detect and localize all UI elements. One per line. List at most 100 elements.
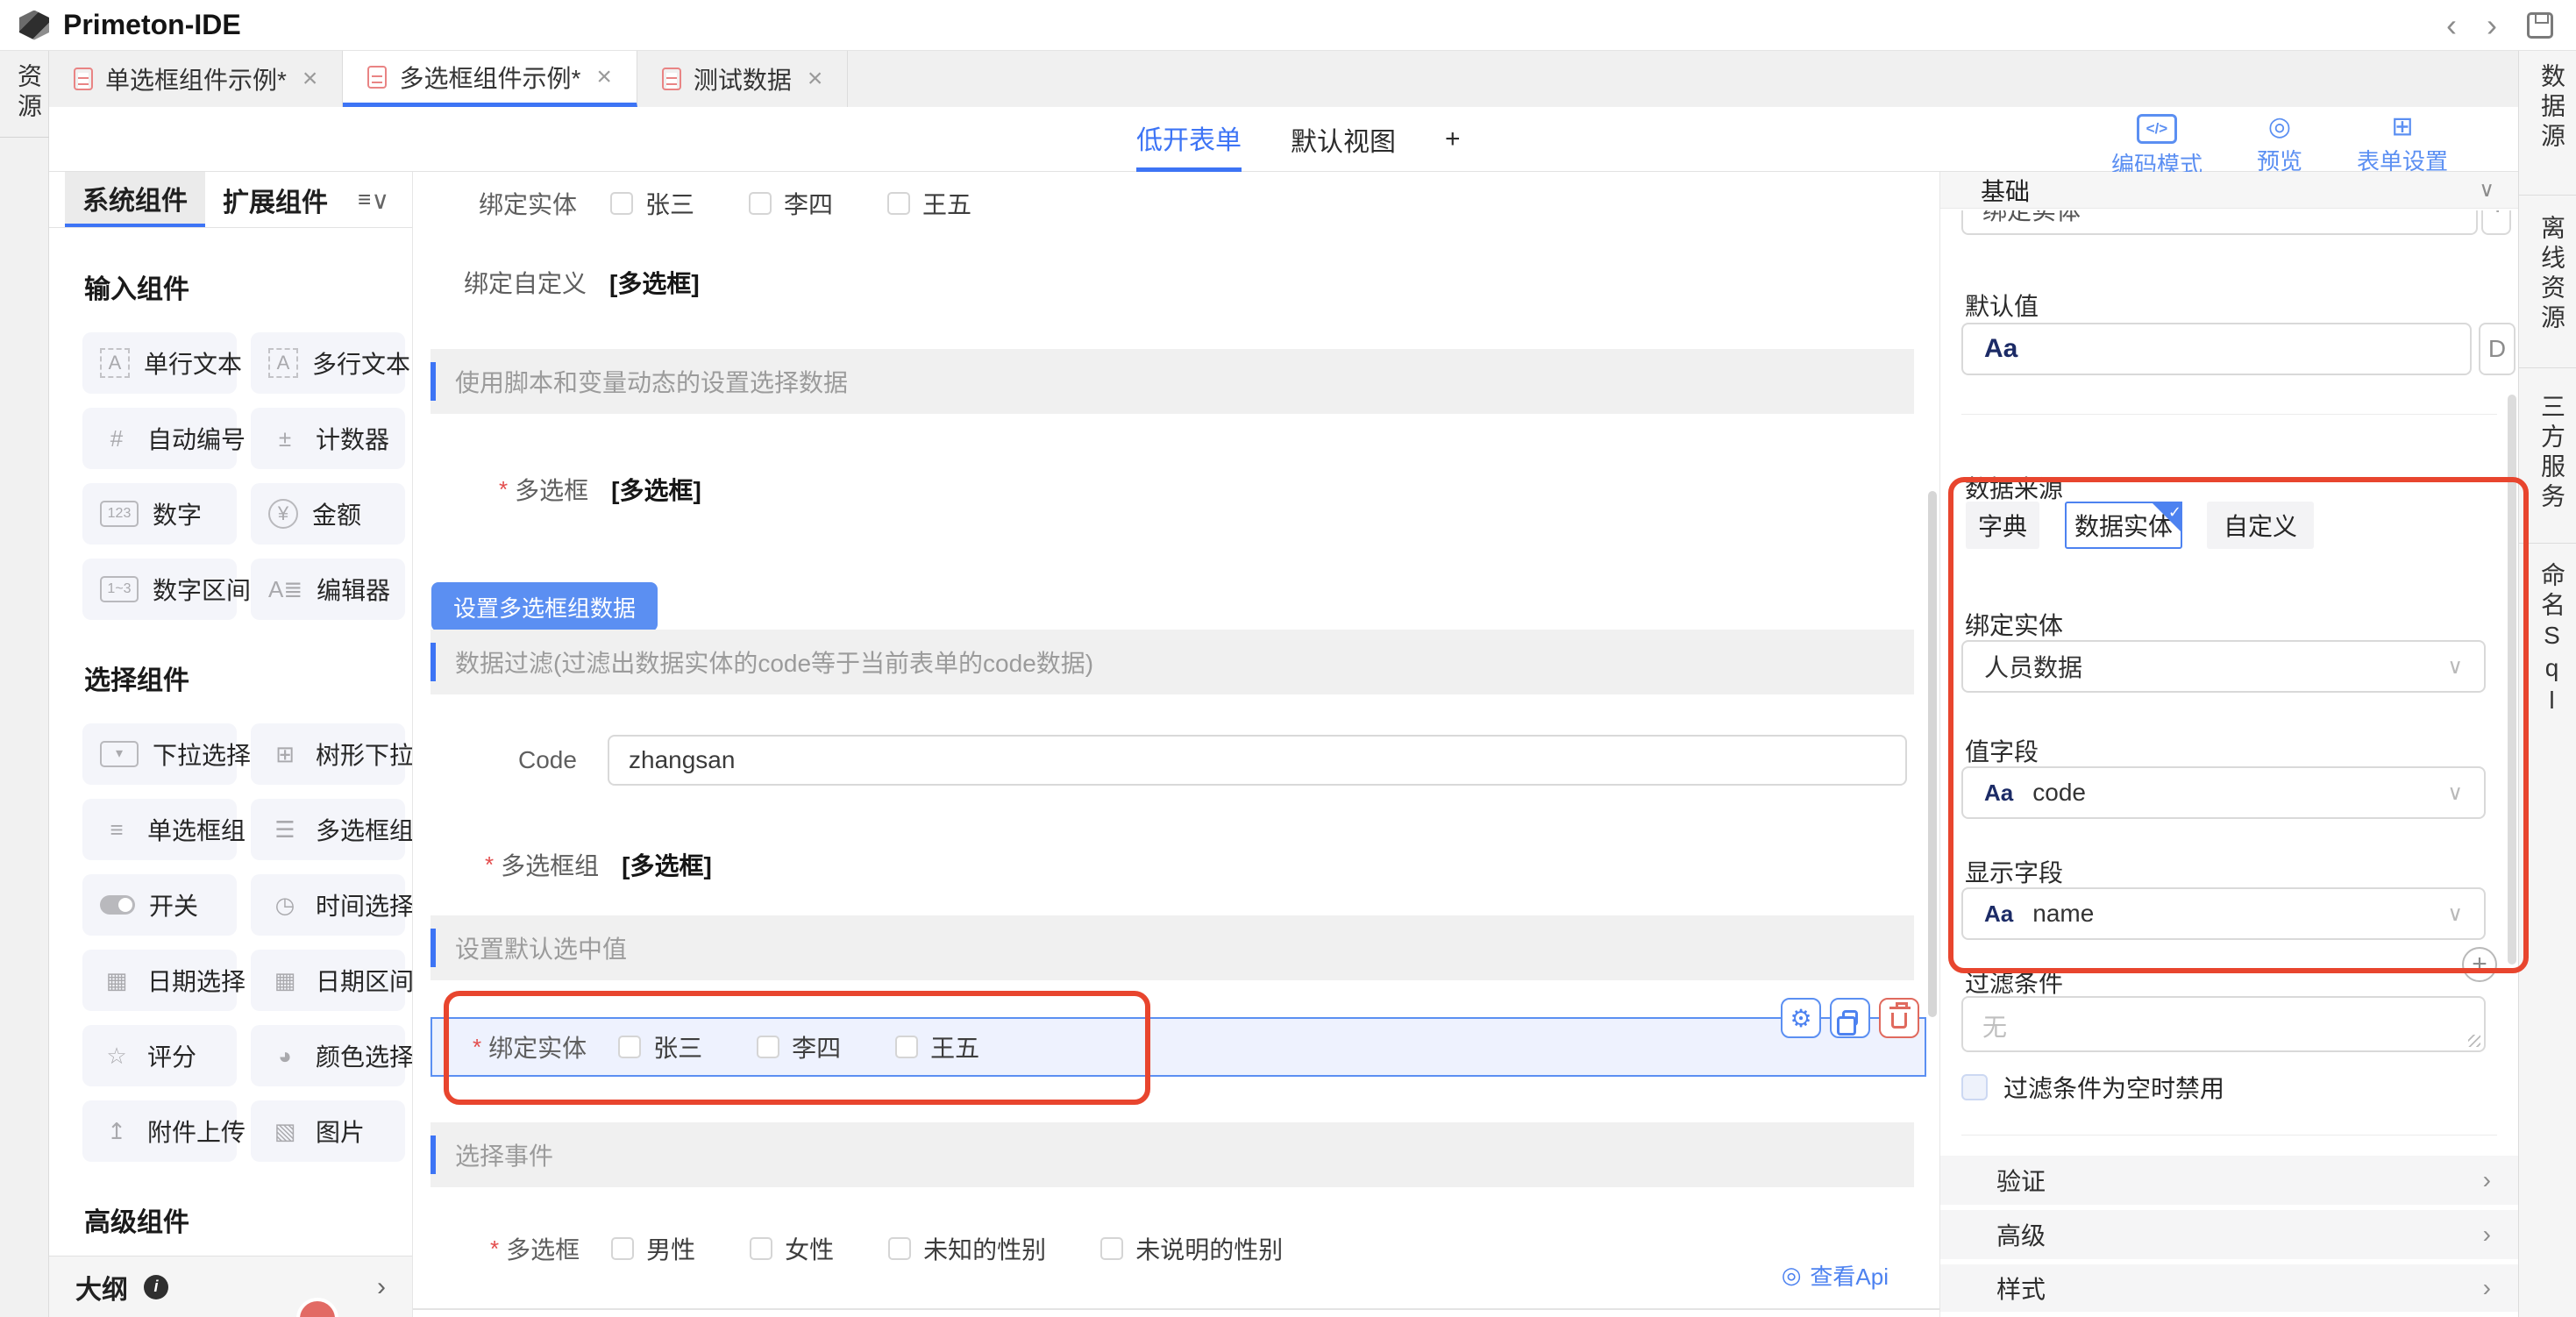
palette-item-counter[interactable]: ±计数器: [251, 408, 405, 469]
list-icon[interactable]: ≡: [358, 186, 371, 213]
form-canvas[interactable]: 绑定实体 张三 李四 王五 绑定自定义 [多选框] 使用脚本和变量动态的设置选择…: [412, 172, 1939, 1317]
trash-icon: [1891, 1013, 1907, 1029]
display-field-select[interactable]: Aa name ∨: [1961, 887, 2486, 940]
palette-item-single-line-text[interactable]: A单行文本: [82, 332, 237, 394]
palette-item-auto-number[interactable]: #自动编号: [82, 408, 237, 469]
palette-item-tree-dropdown[interactable]: ⊞树形下拉: [251, 723, 405, 785]
checkbox[interactable]: [887, 192, 910, 215]
resize-handle-icon[interactable]: [2468, 1035, 2480, 1047]
palette-item-date-picker[interactable]: ▦日期选择: [82, 950, 237, 1011]
rail-item-resources[interactable]: 资源: [11, 63, 46, 123]
rail-item-third-party-services[interactable]: 三方服务: [2534, 394, 2569, 513]
filter-empty-disable-option[interactable]: 过滤条件为空时禁用: [1961, 1070, 2224, 1105]
checkbox[interactable]: [749, 192, 772, 215]
data-source-tab-custom[interactable]: 自定义: [2207, 502, 2314, 549]
palette-item-number[interactable]: 123数字: [82, 483, 237, 545]
save-icon[interactable]: [2527, 12, 2553, 39]
rail-item-datasource[interactable]: 数据源: [2534, 63, 2569, 153]
palette-item-currency[interactable]: ¥金额: [251, 483, 405, 545]
add-view-button[interactable]: +: [1445, 107, 1461, 172]
checkbox[interactable]: [750, 1237, 772, 1260]
add-filter-button[interactable]: +: [2462, 947, 2497, 982]
checkbox-label: 未说明的性别: [1135, 1231, 1283, 1266]
inspector-section-validation[interactable]: 验证 ›: [1940, 1156, 2518, 1205]
selected-field-bind-entity[interactable]: * 绑定实体 张三 李四 王五: [431, 1017, 1926, 1077]
palette-item-radio-group[interactable]: ≡单选框组: [82, 799, 237, 860]
notification-badge: [296, 1298, 338, 1317]
palette-item-rating[interactable]: ☆评分: [82, 1025, 237, 1086]
inspector-section-advanced[interactable]: 高级 ›: [1940, 1210, 2518, 1259]
palette-item-editor[interactable]: A≣编辑器: [251, 559, 405, 620]
checkbox[interactable]: [610, 192, 633, 215]
field-checkbox-group[interactable]: * 多选框组 [多选框]: [485, 845, 712, 884]
palette-item-multi-line-text[interactable]: A多行文本: [251, 332, 405, 394]
bind-entity-select[interactable]: 人员数据 ∨: [1961, 640, 2486, 693]
checkbox[interactable]: [618, 1036, 641, 1058]
palette-tab-extension[interactable]: 扩展组件: [205, 172, 345, 227]
chevron-down-icon[interactable]: ∨: [372, 186, 390, 215]
view-api-link[interactable]: ◎ 查看Api: [1782, 1259, 1889, 1292]
data-source-tab-entity[interactable]: 数据实体 ✓: [2065, 502, 2182, 549]
clipped-title-input[interactable]: 绑定实体: [1961, 210, 2478, 235]
editor-icon: A≣: [268, 576, 302, 603]
divider: [2519, 195, 2576, 196]
duplicate-button[interactable]: [1830, 998, 1870, 1038]
rail-item-offline-resources[interactable]: 离线资源: [2534, 215, 2569, 334]
form-settings-button[interactable]: ⊞ 表单设置: [2357, 114, 2448, 180]
default-value-input[interactable]: Aa: [1961, 323, 2472, 375]
view-tab-lowcode-form[interactable]: 低开表单: [1136, 107, 1242, 172]
close-icon[interactable]: ×: [808, 64, 823, 94]
checkbox[interactable]: [1100, 1237, 1123, 1260]
code-input[interactable]: zhangsan: [608, 735, 1907, 786]
palette-item-date-range[interactable]: ▦日期区间: [251, 950, 405, 1011]
rail-item-named-sql[interactable]: 命名Sql: [2534, 562, 2569, 719]
checkbox[interactable]: [757, 1036, 779, 1058]
inspector-scrollbar[interactable]: [2508, 395, 2516, 965]
dropdown-icon: ▾: [100, 741, 139, 767]
nav-forward-icon[interactable]: ›: [2487, 10, 2497, 41]
checkbox[interactable]: [895, 1036, 918, 1058]
settings-gear-button[interactable]: ⚙: [1781, 998, 1821, 1038]
chevron-right-icon[interactable]: ›: [377, 1272, 386, 1302]
data-source-tab-dictionary[interactable]: 字典: [1966, 502, 2039, 549]
set-checkbox-data-button[interactable]: 设置多选框组数据: [431, 582, 658, 631]
field-bind-custom[interactable]: 绑定自定义 [多选框]: [464, 263, 700, 302]
palette-item-time-picker[interactable]: ◷时间选择: [251, 874, 405, 936]
palette-item-image[interactable]: ▧图片: [251, 1100, 405, 1162]
delete-button[interactable]: [1879, 998, 1919, 1038]
field-checkbox[interactable]: * 多选框 [多选框]: [499, 470, 701, 509]
canvas-scrollbar[interactable]: [1928, 491, 1937, 1017]
palette-item-number-range[interactable]: 1~3数字区间: [82, 559, 237, 620]
value-field-select[interactable]: Aa code ∨: [1961, 766, 2486, 819]
close-icon[interactable]: ×: [596, 62, 612, 92]
filter-condition-textarea[interactable]: 无: [1961, 996, 2486, 1052]
palette-tab-system[interactable]: 系统组件: [65, 172, 205, 227]
doc-tab-radio-example[interactable]: 单选框组件示例* ×: [49, 51, 343, 107]
upload-icon: ↥: [100, 1118, 133, 1145]
doc-tab-checkbox-example[interactable]: 多选框组件示例* ×: [343, 51, 637, 107]
field-bind-entity[interactable]: 绑定实体 张三 李四 王五: [479, 184, 971, 223]
field-label: 绑定实体: [479, 186, 577, 221]
inspector-section-style[interactable]: 样式 ›: [1940, 1264, 2518, 1312]
palette-item-dropdown[interactable]: ▾下拉选择: [82, 723, 237, 785]
clipped-suffix-button[interactable]: ·: [2481, 210, 2511, 235]
default-value-d-button[interactable]: D: [2479, 323, 2516, 375]
palette-item-color-picker[interactable]: ◕颜色选择: [251, 1025, 405, 1086]
doc-tab-test-data[interactable]: 测试数据 ×: [637, 51, 849, 107]
nav-back-icon[interactable]: ‹: [2446, 10, 2457, 41]
checkbox[interactable]: [888, 1237, 911, 1260]
field-gender-checkbox[interactable]: * 多选框 男性 女性 未知的性别 未说明的性别: [490, 1228, 1283, 1270]
document-tab-bar: 单选框组件示例* × 多选框组件示例* × 测试数据 ×: [49, 51, 2518, 107]
palette-item-attachment-upload[interactable]: ↥附件上传: [82, 1100, 237, 1162]
view-tab-default-view[interactable]: 默认视图: [1291, 107, 1396, 172]
palette-item-switch[interactable]: 开关: [82, 874, 237, 936]
close-icon[interactable]: ×: [302, 64, 318, 94]
checkbox[interactable]: [611, 1237, 634, 1260]
outline-bar[interactable]: 大纲 i ›: [49, 1256, 412, 1317]
checkbox[interactable]: [1961, 1074, 1988, 1100]
code-mode-button[interactable]: </> 编码模式: [2111, 114, 2202, 180]
api-eye-icon: ◎: [1782, 1262, 1802, 1289]
palette-item-checkbox-group[interactable]: ☰多选框组: [251, 799, 405, 860]
preview-button[interactable]: ◎ 预览: [2257, 114, 2302, 180]
inspector-section-basic[interactable]: 基础 ∨: [1940, 172, 2518, 209]
